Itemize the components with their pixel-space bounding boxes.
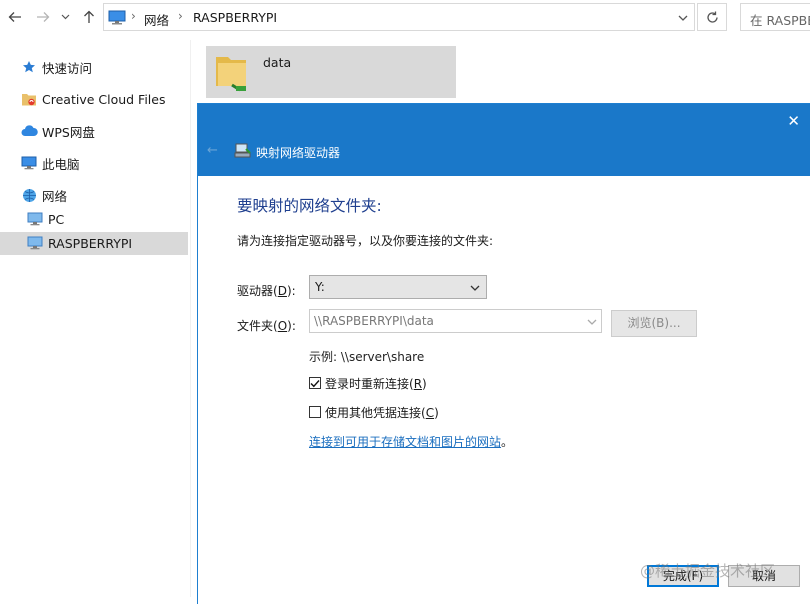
other-credentials-option[interactable]: 使用其他凭据连接(C) [309, 404, 439, 420]
reconnect-at-signin-option[interactable]: 登录时重新连接(R) [309, 375, 427, 391]
cc-folder-icon [20, 90, 38, 108]
connect-website-link[interactable]: 连接到可用于存储文档和图片的网站。 [309, 433, 513, 450]
search-input[interactable]: 在 RASPBE [740, 3, 810, 31]
other-credentials-label-text: 使用其他凭据连接( [325, 405, 426, 420]
sidebar-item-quick-access[interactable]: 快速访问 [20, 55, 92, 79]
drive-select-value: Y: [315, 280, 325, 294]
computer-icon [20, 154, 38, 172]
sidebar-item-label: 快速访问 [42, 60, 93, 76]
close-icon[interactable]: ✕ [787, 112, 800, 130]
watermark: @稀土掘金技术社区 [640, 562, 776, 580]
folder-tile[interactable] [206, 46, 456, 98]
dialog-title: 映射网络驱动器 [256, 146, 341, 160]
connect-website-link-text[interactable]: 连接到可用于存储文档和图片的网站 [309, 435, 501, 449]
breadcrumb-network[interactable]: 网络 [144, 10, 169, 29]
dialog-instruction: 请为连接指定驱动器号，以及你要连接的文件夹: [237, 234, 494, 248]
monitor-icon [26, 234, 44, 252]
sidebar-item-network[interactable]: 网络 [20, 183, 67, 207]
other-credentials-label: 使用其他凭据连接(C) [325, 404, 439, 421]
dialog-heading: 要映射的网络文件夹: [237, 197, 382, 215]
drive-label-accesskey: D [277, 284, 287, 298]
arrow-right-icon [37, 12, 50, 22]
folder-label-accesskey: O [277, 319, 288, 333]
drive-label-text: 驱动器( [237, 284, 278, 298]
network-folder-icon [216, 57, 246, 92]
sidebar-item-label: RASPBERRYPI [48, 235, 133, 251]
breadcrumb-separator: › [178, 9, 183, 23]
drive-select[interactable]: Y: [309, 275, 487, 299]
sidebar-item-wps-drive[interactable]: WPS网盘 [20, 119, 95, 143]
sidebar-item-pc[interactable]: PC [26, 207, 64, 231]
sidebar-item-this-pc[interactable]: 此电脑 [20, 151, 80, 175]
reconnect-label-suffix: ) [422, 376, 427, 391]
example-text: 示例: \\server\share [309, 350, 425, 364]
cloud-icon [20, 122, 38, 140]
network-drive-icon [234, 143, 252, 162]
sidebar-item-label: 此电脑 [42, 156, 80, 172]
back-arrow-icon[interactable]: ← [207, 143, 218, 158]
sidebar-item-raspberrypi[interactable]: RASPBERRYPI [26, 231, 132, 255]
breadcrumb-raspberrypi[interactable]: RASPBERRYPI [193, 10, 277, 25]
folder-input-value: \\RASPBERRYPI\data [314, 314, 434, 328]
computer-icon [108, 10, 126, 28]
folder-label: 文件夹(O): [237, 317, 296, 334]
folder-label-suffix: ): [287, 319, 296, 333]
drive-label-suffix: ): [286, 284, 296, 298]
chevron-down-icon [61, 14, 69, 20]
browse-button[interactable]: 浏览(B)... [611, 310, 697, 337]
chevron-down-icon [470, 281, 480, 295]
folder-name: data [263, 55, 292, 70]
breadcrumb-separator: › [131, 9, 136, 23]
refresh-button[interactable] [697, 3, 727, 31]
dialog-header [198, 104, 810, 176]
folder-input[interactable]: \\RASPBERRYPI\data [309, 309, 602, 333]
reconnect-label: 登录时重新连接(R) [325, 375, 427, 392]
sidebar-item-label: Creative Cloud Files [42, 91, 166, 107]
recent-locations-button[interactable] [57, 6, 73, 28]
other-credentials-accesskey: C [425, 405, 435, 420]
address-bar[interactable]: › 网络 › RASPBERRYPI [103, 3, 695, 31]
chevron-down-icon [587, 315, 597, 329]
folder-label-text: 文件夹( [237, 319, 278, 333]
reconnect-accesskey: R [413, 376, 423, 391]
arrow-left-icon [8, 12, 21, 22]
network-icon [20, 186, 38, 204]
forward-button[interactable] [32, 6, 54, 28]
other-credentials-label-suffix: ) [434, 405, 439, 420]
chevron-down-icon[interactable] [678, 11, 688, 25]
arrow-up-icon [84, 10, 94, 23]
sidebar-item-label: WPS网盘 [42, 124, 95, 140]
refresh-icon [706, 11, 718, 23]
sidebar-item-creative-cloud[interactable]: Creative Cloud Files [20, 87, 166, 111]
sidebar-item-label: 网络 [42, 188, 68, 204]
drive-label: 驱动器(D): [237, 282, 296, 299]
reconnect-label-text: 登录时重新连接( [325, 376, 414, 391]
other-credentials-checkbox[interactable] [309, 406, 321, 418]
checkmark-icon [310, 379, 320, 387]
star-icon [20, 58, 38, 76]
map-network-drive-dialog: ✕ ← 映射网络驱动器 要映射的网络文件夹: 请为连接指定驱动器号，以及你要连接… [198, 104, 810, 604]
sidebar-item-label: PC [48, 211, 65, 227]
link-suffix: 。 [501, 435, 514, 449]
back-button[interactable] [4, 6, 26, 28]
monitor-icon [26, 210, 44, 228]
up-button[interactable] [78, 6, 100, 28]
reconnect-checkbox[interactable] [309, 377, 321, 389]
pane-divider[interactable] [190, 40, 191, 597]
